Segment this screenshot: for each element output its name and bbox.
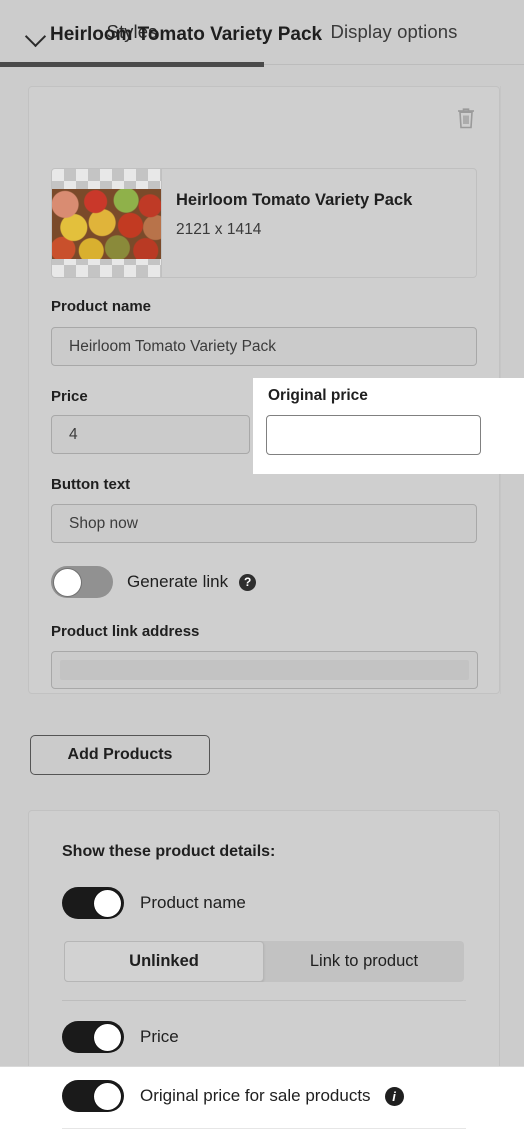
product-card-title: Heirloom Tomato Variety Pack — [50, 24, 323, 45]
tomato-photo — [52, 189, 161, 259]
product-link-address-label: Product link address — [51, 623, 200, 640]
price-input[interactable] — [51, 415, 250, 454]
original-price-popover: Original price — [253, 378, 524, 474]
original-price-input[interactable] — [266, 415, 481, 455]
segment-link-to-product[interactable]: Link to product — [264, 941, 464, 982]
highlighted-row-top-edge — [0, 1066, 524, 1067]
toggle-knob — [54, 568, 81, 596]
product-card-header[interactable]: Heirloom Tomato Variety Pack — [24, 18, 448, 52]
detail-row-product-name: Product name — [29, 875, 499, 931]
add-products-button[interactable]: Add Products — [30, 735, 210, 775]
original-price-toggle[interactable] — [62, 1080, 124, 1112]
product-thumbnail-row[interactable]: Heirloom Tomato Variety Pack 2121 x 1414 — [51, 168, 477, 278]
info-icon[interactable]: i — [384, 1086, 404, 1106]
active-tab-indicator — [0, 62, 264, 67]
detail-row-price: Price — [29, 1009, 499, 1065]
panel-root: Styles Display options Heirloom Tomato V… — [0, 0, 524, 1138]
price-toggle[interactable] — [62, 1021, 124, 1053]
generate-link-label: Generate link — [127, 572, 229, 591]
tab-bar-baseline — [264, 64, 524, 65]
product-name-input[interactable] — [51, 327, 477, 366]
product-thumbnail-meta: Heirloom Tomato Variety Pack 2121 x 1414 — [162, 169, 476, 277]
detail-row-original-price: Original price for sale products i — [29, 1068, 499, 1124]
segment-unlinked[interactable]: Unlinked — [64, 941, 264, 982]
product-thumbnail-image — [52, 169, 162, 277]
question-mark-icon[interactable]: ? — [239, 573, 257, 591]
chevron-down-icon[interactable] — [24, 23, 48, 47]
price-label: Price — [51, 388, 88, 405]
thumbnail-name: Heirloom Tomato Variety Pack — [176, 191, 413, 209]
product-name-toggle[interactable] — [62, 887, 124, 919]
generate-link-row: Generate link ? — [51, 565, 257, 599]
button-text-input[interactable] — [51, 504, 477, 543]
product-details-title: Show these product details: — [62, 843, 276, 860]
toggle-knob — [94, 1082, 121, 1110]
generate-link-toggle[interactable] — [51, 566, 113, 598]
product-name-label: Product name — [51, 298, 152, 315]
detail-label-product-name: Product name — [140, 893, 246, 912]
detail-label-price: Price — [140, 1027, 179, 1046]
product-link-address-placeholder-bar — [60, 660, 469, 680]
button-text-label: Button text — [51, 476, 131, 493]
toggle-knob — [94, 1023, 121, 1051]
detail-label-original-price: Original price for sale products — [140, 1086, 371, 1105]
details-divider-2 — [62, 1128, 466, 1129]
tab-underline-group — [0, 62, 524, 68]
trash-icon[interactable] — [456, 106, 476, 130]
thumbnail-dimensions: 2121 x 1414 — [176, 221, 262, 238]
details-divider-1 — [62, 1000, 466, 1001]
link-mode-segmented-control: Unlinked Link to product — [64, 941, 464, 982]
original-price-label: Original price — [268, 387, 368, 404]
toggle-knob — [94, 889, 121, 917]
